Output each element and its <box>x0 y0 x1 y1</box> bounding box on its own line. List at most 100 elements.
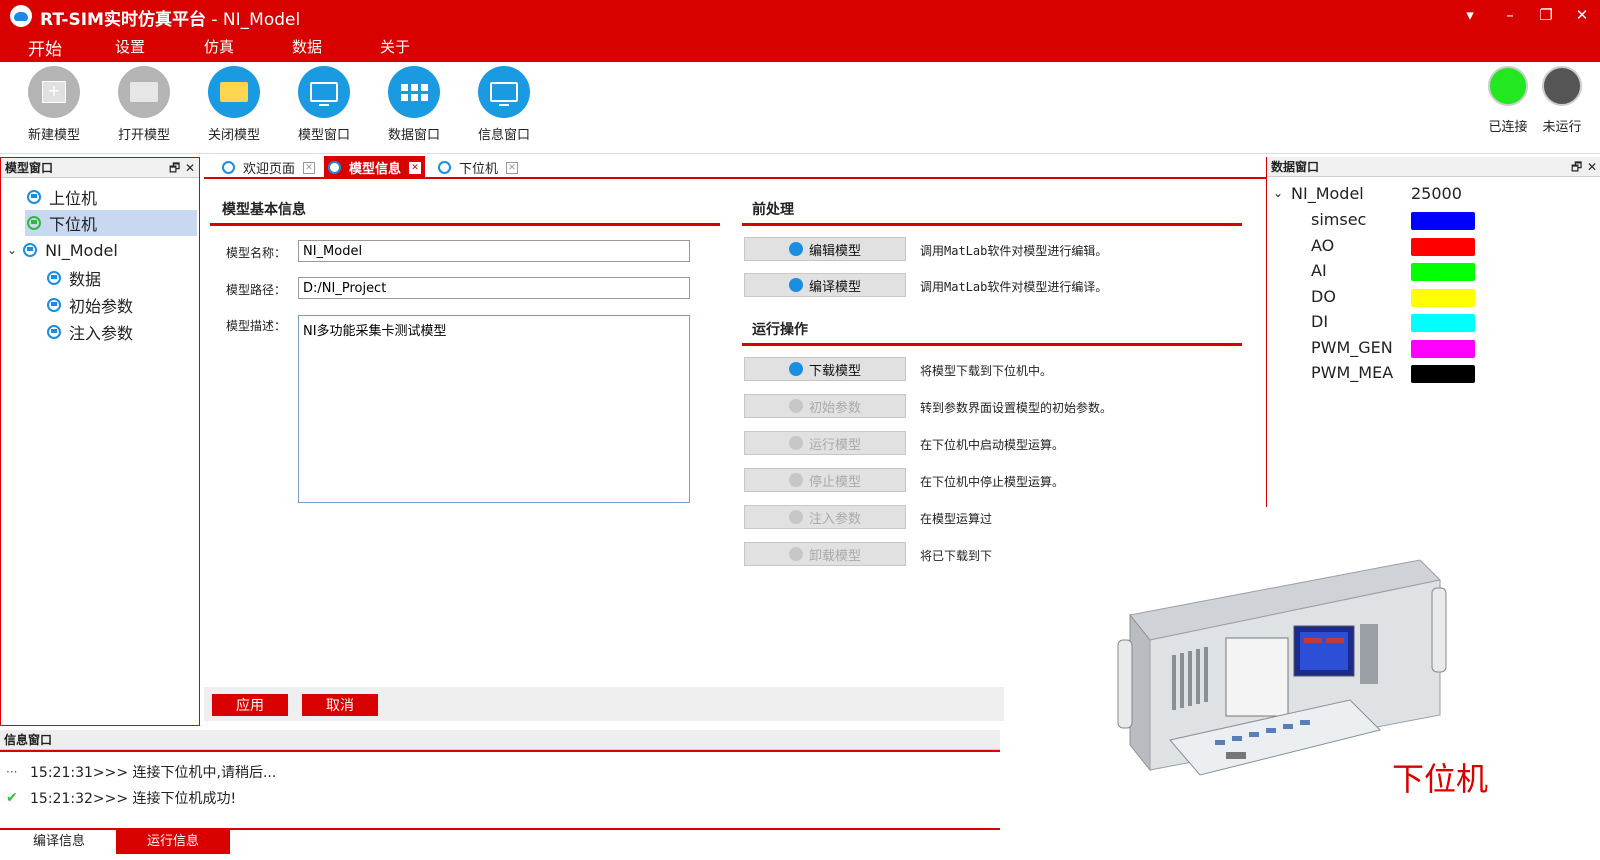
close-model-button[interactable]: 关闭模型 <box>194 66 274 143</box>
data-window-icon <box>388 66 440 118</box>
host-icon <box>27 190 41 204</box>
model-name-field[interactable] <box>298 240 690 262</box>
close-button[interactable]: ✕ <box>1568 4 1596 26</box>
signal-color-swatch[interactable] <box>1411 314 1475 332</box>
tab-model-info[interactable]: 模型信息 ✕ <box>324 156 426 179</box>
tab-close-icon[interactable]: ✕ <box>409 161 422 174</box>
tree-item-label: 上位机 <box>49 189 98 208</box>
menu-start[interactable]: 开始 <box>28 35 62 60</box>
close-icon[interactable]: ✕ <box>1587 157 1597 177</box>
model-window-button[interactable]: 模型窗口 <box>284 66 364 143</box>
new-model-label: 新建模型 <box>27 128 80 143</box>
signal-row[interactable]: AI <box>1267 260 1600 284</box>
cancel-button[interactable]: 取消 <box>302 694 378 716</box>
tab-close-icon[interactable]: ✕ <box>303 161 316 174</box>
apply-button[interactable]: 应用 <box>212 694 288 716</box>
target-hardware-caption: 下位机 <box>1392 760 1489 798</box>
tree-item-ni-model[interactable]: ⌄ NI_Model <box>7 237 197 263</box>
tab-close-icon[interactable]: ✕ <box>506 161 519 174</box>
info-window-button[interactable]: 信息窗口 <box>464 66 544 143</box>
stop-model-desc: 在下位机中停止模型运算。 <box>920 475 1065 489</box>
menu-about[interactable]: 关于 <box>380 36 410 57</box>
new-file-icon: + <box>28 66 80 118</box>
signal-row[interactable]: AO <box>1267 235 1600 259</box>
signal-row[interactable]: PWM_GEN <box>1267 337 1600 361</box>
tree-item-data[interactable]: 数据 <box>47 265 197 291</box>
data-window-button[interactable]: 数据窗口 <box>374 66 454 143</box>
tab-run-info[interactable]: 运行信息 <box>116 830 230 854</box>
app-window: RT-SIM实时仿真平台 - NI_Model ▾ – ❐ ✕ 开始 设置 仿真… <box>0 0 1600 860</box>
stop-model-button[interactable]: 停止模型 <box>744 468 906 492</box>
pin-icon[interactable]: 🗗 <box>169 158 180 178</box>
signal-color-swatch[interactable] <box>1411 288 1475 307</box>
signal-color-swatch[interactable] <box>1411 212 1475 230</box>
dropdown-button[interactable]: ▾ <box>1456 4 1484 26</box>
title-bar: RT-SIM实时仿真平台 - NI_Model ▾ – ❐ ✕ <box>0 0 1600 32</box>
signal-row[interactable]: simsec <box>1267 209 1600 233</box>
tree-item-inject-params[interactable]: 注入参数 <box>47 319 197 345</box>
signal-name: AO <box>1311 235 1335 255</box>
model-icon <box>23 243 38 257</box>
unload-model-button[interactable]: 卸载模型 <box>744 542 906 566</box>
tree-item-label: 初始参数 <box>69 297 134 316</box>
model-path-field[interactable] <box>298 277 690 299</box>
signal-color-swatch[interactable] <box>1411 237 1475 256</box>
folder-close-icon <box>208 66 260 118</box>
pin-icon[interactable]: 🗗 <box>1571 157 1582 177</box>
model-basic-info-title: 模型基本信息 <box>222 202 306 218</box>
model-window-icon <box>298 66 350 118</box>
model-desc-field[interactable]: NI多功能采集卡测试模型 <box>298 315 690 503</box>
signal-color-swatch[interactable] <box>1411 339 1475 358</box>
new-model-button[interactable]: + 新建模型 <box>14 66 94 143</box>
data-window-panel: 数据窗口 🗗 ✕ ⌄ NI_Model 25000 simsec AO AI DO DI… <box>1266 157 1600 507</box>
log-line: ✔ 15:21:32>>> 连接下位机成功! <box>6 788 236 808</box>
info-window-label: 信息窗口 <box>477 128 530 143</box>
unload-icon <box>788 547 803 561</box>
signal-color-swatch[interactable] <box>1411 263 1475 281</box>
tree-item-host[interactable]: 上位机 <box>25 184 199 210</box>
chevron-down-icon[interactable]: ⌄ <box>1273 186 1283 200</box>
tab-label: 下位机 <box>459 162 499 177</box>
tab-target[interactable]: 下位机 ✕ <box>434 156 522 179</box>
minimize-button[interactable]: – <box>1496 4 1524 26</box>
inject-params-button[interactable]: 注入参数 <box>744 505 906 529</box>
data-window-label: 数据窗口 <box>387 128 440 143</box>
param-node-icon <box>47 325 61 339</box>
stop-icon <box>788 473 803 487</box>
signal-color-swatch[interactable] <box>1411 365 1475 383</box>
menu-simulation[interactable]: 仿真 <box>204 36 234 57</box>
init-params-button[interactable]: 初始参数 <box>744 394 906 418</box>
signal-row[interactable]: DI <box>1267 311 1600 335</box>
model-desc-label: 模型描述： <box>225 319 286 333</box>
log-line: ··· 15:21:31>>> 连接下位机中,请稍后... <box>6 762 276 782</box>
tree-item-target[interactable]: 下位机 <box>25 210 197 236</box>
tab-label: 欢迎页面 <box>243 162 296 177</box>
init-params-desc: 转到参数界面设置模型的初始参数。 <box>920 401 1113 415</box>
restore-button[interactable]: ❐ <box>1532 4 1560 26</box>
menu-data[interactable]: 数据 <box>292 36 322 57</box>
download-model-desc: 将模型下载到下位机中。 <box>920 364 1053 378</box>
model-path-label: 模型路径： <box>225 283 286 297</box>
open-model-button[interactable]: 打开模型 <box>104 66 184 143</box>
menu-settings[interactable]: 设置 <box>115 36 145 57</box>
tree-item-init-params[interactable]: 初始参数 <box>47 292 197 318</box>
edit-model-desc: 调用MatLab软件对模型进行编辑。 <box>920 244 1108 258</box>
target-hardware-image <box>1117 559 1447 776</box>
signal-row[interactable]: PWM_MEA <box>1267 362 1600 386</box>
button-label: 初始参数 <box>808 400 861 416</box>
run-model-button[interactable]: 运行模型 <box>744 431 906 455</box>
log-text: 15:21:31>>> 连接下位机中,请稍后... <box>30 765 277 781</box>
compile-model-button[interactable]: 编译模型 <box>744 273 906 297</box>
signal-row[interactable]: DO <box>1267 286 1600 310</box>
tab-compile-info[interactable]: 编译信息 <box>2 830 116 854</box>
edit-model-button[interactable]: 编辑模型 <box>744 237 906 261</box>
folder-open-icon <box>118 66 170 118</box>
connected-indicator <box>1488 66 1528 106</box>
data-root-row[interactable]: ⌄ NI_Model 25000 <box>1267 183 1600 207</box>
close-icon[interactable]: ✕ <box>185 158 195 178</box>
download-model-button[interactable]: 下载模型 <box>744 357 906 381</box>
chevron-down-icon[interactable]: ⌄ <box>7 243 17 257</box>
tab-welcome[interactable]: 欢迎页面 ✕ <box>218 156 319 179</box>
open-model-label: 打开模型 <box>117 128 170 143</box>
data-node-icon <box>47 271 61 285</box>
